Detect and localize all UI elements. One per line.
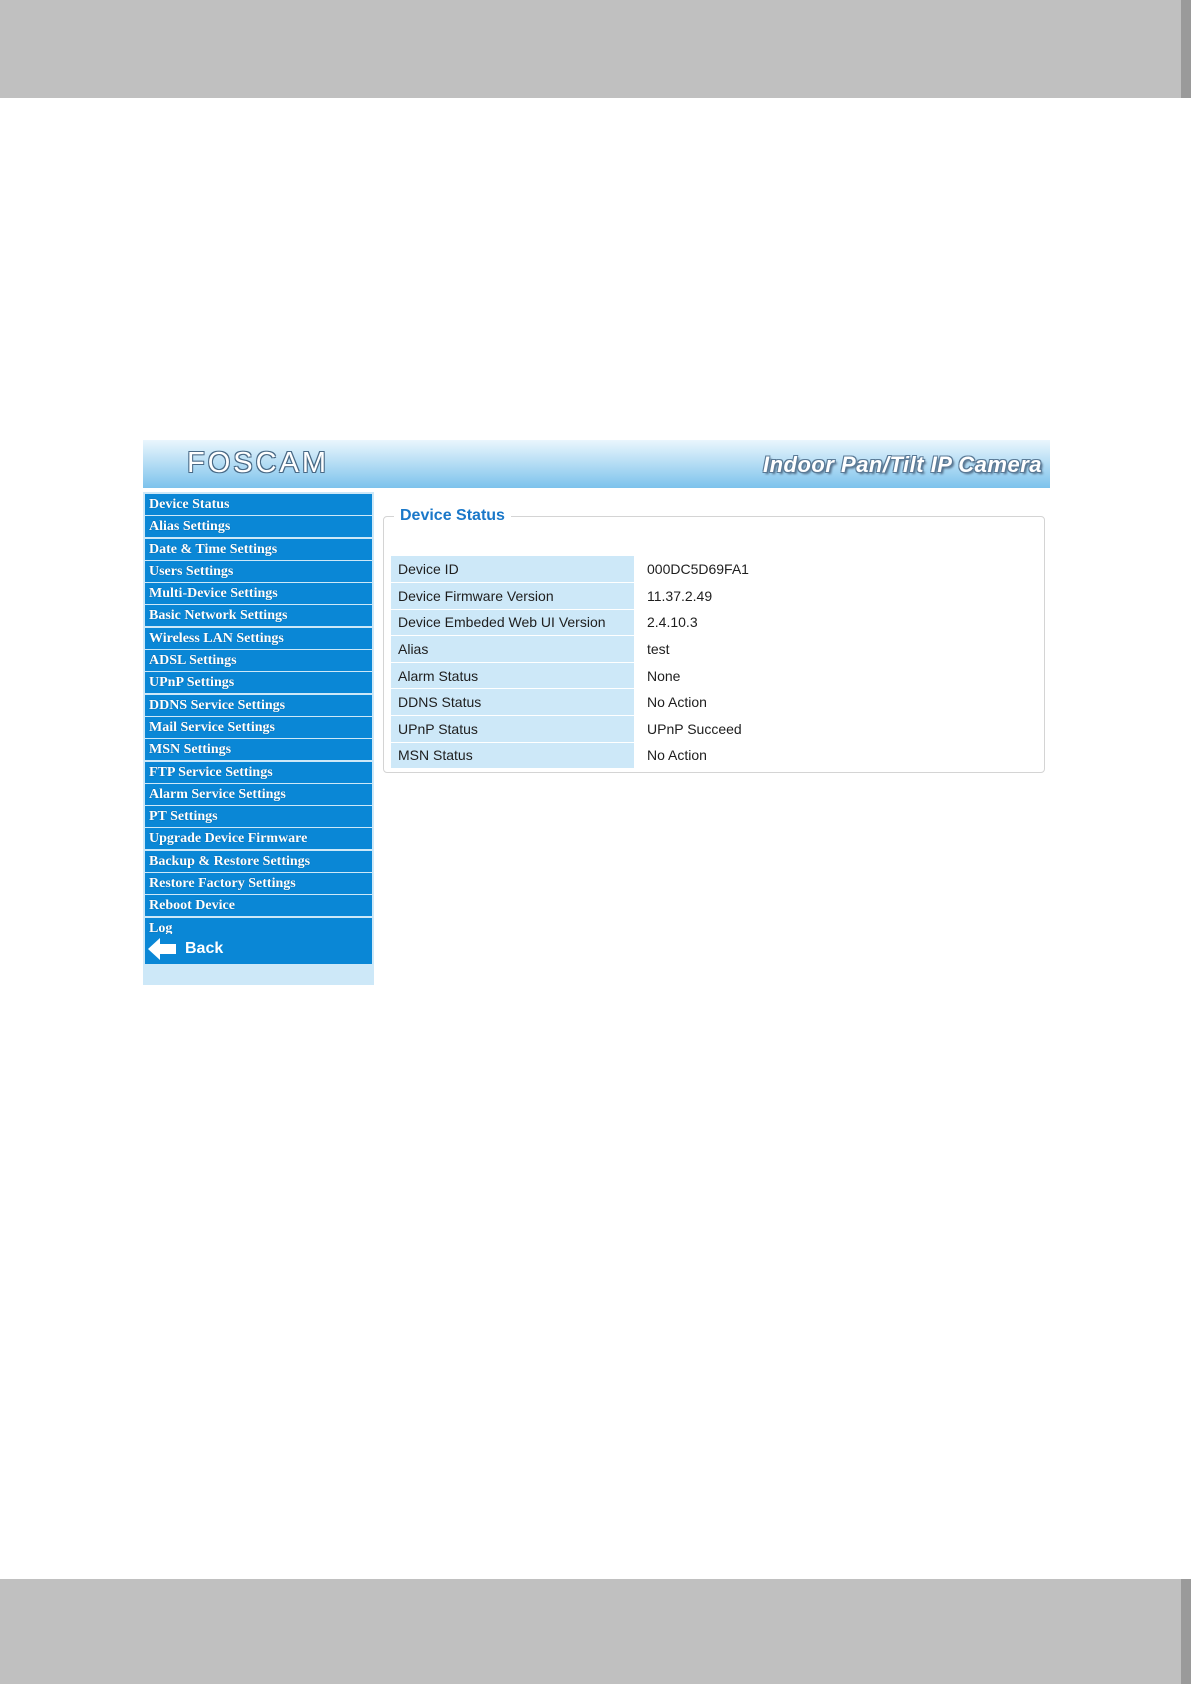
foscam-logo: FOSCAM [187,446,329,480]
page-edge-bottom [1181,1579,1191,1684]
table-row: DDNS Status No Action [391,688,1041,717]
device-status-panel: Device Status Device ID 000DC5D69FA1 Dev… [383,505,1045,773]
product-name: Indoor Pan/Tilt IP Camera [762,452,1042,477]
sidebar-item-upgrade-device-firmware[interactable]: Upgrade Device Firmware [145,828,372,850]
sidebar-item-alias-settings[interactable]: Alias Settings [145,516,372,538]
row-value: None [634,662,1041,689]
logo-text: FOSCAM [187,447,330,479]
row-value: 2.4.10.3 [634,609,1041,636]
back-arrow-icon [148,938,176,960]
sidebar-item-pt-settings[interactable]: PT Settings [145,806,372,828]
sidebar: Device Status Alias Settings Date & Time… [143,492,374,985]
page-bottom-band [0,1579,1191,1684]
sidebar-item-adsl-settings[interactable]: ADSL Settings [145,650,372,672]
back-label: Back [185,940,224,957]
sidebar-item-device-status[interactable]: Device Status [145,494,372,515]
row-label: Alias [391,635,634,663]
table-row: Alias test [391,635,1041,663]
sidebar-item-users-settings[interactable]: Users Settings [145,560,372,582]
page-top-band [0,0,1191,98]
row-value: No Action [634,742,1041,769]
sidebar-item-date-time-settings[interactable]: Date & Time Settings [145,538,372,560]
panel-title: Device Status [394,505,511,527]
sidebar-item-upnp-settings[interactable]: UPnP Settings [145,672,372,694]
row-label: Alarm Status [391,662,634,690]
sidebar-item-backup-restore-settings[interactable]: Backup & Restore Settings [145,850,372,872]
row-value: 11.37.2.49 [634,582,1041,610]
sidebar-item-ddns-service-settings[interactable]: DDNS Service Settings [145,694,372,716]
sidebar-item-mail-service-settings[interactable]: Mail Service Settings [145,716,372,738]
row-value: No Action [634,688,1041,716]
page-edge-top [1181,0,1191,98]
row-label: Device Embeded Web UI Version [391,609,634,637]
row-label: DDNS Status [391,688,634,717]
row-value: 000DC5D69FA1 [634,556,1041,583]
row-label: Device Firmware Version [391,582,634,610]
table-row: Device ID 000DC5D69FA1 [391,556,1041,584]
table-row: MSN Status No Action [391,742,1041,770]
sidebar-item-msn-settings[interactable]: MSN Settings [145,739,372,761]
back-button[interactable]: Back [145,934,372,964]
sidebar-item-reboot-device[interactable]: Reboot Device [145,895,372,917]
sidebar-menu: Device Status Alias Settings Date & Time… [145,494,372,940]
table-row: UPnP Status UPnP Succeed [391,715,1041,743]
table-row: Device Firmware Version 11.37.2.49 [391,582,1041,610]
sidebar-item-ftp-service-settings[interactable]: FTP Service Settings [145,761,372,783]
row-value: UPnP Succeed [634,715,1041,743]
sidebar-item-basic-network-settings[interactable]: Basic Network Settings [145,605,372,627]
sidebar-item-wireless-lan-settings[interactable]: Wireless LAN Settings [145,627,372,649]
sidebar-item-alarm-service-settings[interactable]: Alarm Service Settings [145,783,372,805]
main-content: Device Status Device ID 000DC5D69FA1 Dev… [383,492,1050,985]
header-banner: FOSCAM Indoor Pan/Tilt IP Camera [143,440,1050,488]
sidebar-item-restore-factory-settings[interactable]: Restore Factory Settings [145,873,372,895]
row-label: UPnP Status [391,715,634,743]
row-label: MSN Status [391,742,634,770]
row-value: test [634,635,1041,663]
camera-web-ui: FOSCAM Indoor Pan/Tilt IP Camera Device … [143,440,1050,985]
table-row: Alarm Status None [391,662,1041,690]
sidebar-item-multi-device-settings[interactable]: Multi-Device Settings [145,583,372,605]
row-label: Device ID [391,556,634,584]
table-row: Device Embeded Web UI Version 2.4.10.3 [391,609,1041,637]
status-table: Device ID 000DC5D69FA1 Device Firmware V… [391,556,1041,770]
